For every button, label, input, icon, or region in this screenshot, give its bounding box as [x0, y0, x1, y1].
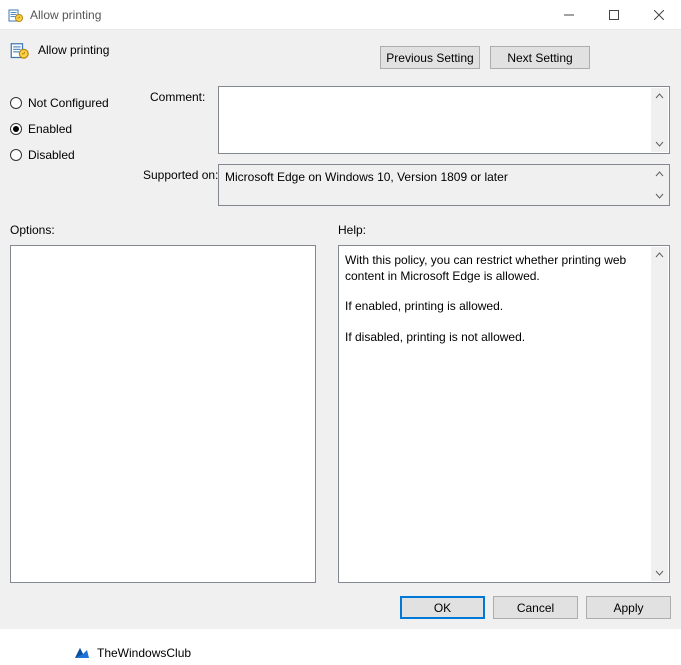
- cancel-button[interactable]: Cancel: [493, 596, 578, 619]
- titlebar: Allow printing: [0, 0, 681, 30]
- close-button[interactable]: [636, 0, 681, 30]
- policy-icon: [8, 7, 24, 23]
- ok-button[interactable]: OK: [400, 596, 485, 619]
- radio-enabled[interactable]: Enabled: [10, 116, 145, 142]
- help-paragraph: If disabled, printing is not allowed.: [345, 329, 647, 345]
- help-paragraph: If enabled, printing is allowed.: [345, 298, 647, 314]
- supported-on-label: Supported on:: [143, 168, 218, 182]
- window-title: Allow printing: [30, 8, 101, 22]
- scroll-down-icon[interactable]: [651, 564, 668, 581]
- state-radio-group: Not Configured Enabled Disabled: [10, 90, 145, 168]
- apply-label: Apply: [613, 601, 643, 615]
- supported-scrollbar[interactable]: [651, 166, 668, 204]
- comment-label: Comment:: [150, 90, 205, 104]
- help-content: With this policy, you can restrict wheth…: [345, 252, 647, 359]
- radio-label: Enabled: [28, 122, 72, 136]
- maximize-button[interactable]: [591, 0, 636, 30]
- cancel-label: Cancel: [517, 601, 554, 615]
- radio-not-configured[interactable]: Not Configured: [10, 90, 145, 116]
- dialog-footer: OK Cancel Apply: [400, 596, 671, 619]
- previous-setting-button[interactable]: Previous Setting: [380, 46, 480, 69]
- scroll-up-icon[interactable]: [651, 166, 668, 183]
- scroll-up-icon[interactable]: [651, 247, 668, 264]
- scroll-down-icon[interactable]: [651, 187, 668, 204]
- comment-textarea[interactable]: [218, 86, 670, 154]
- options-pane: TheWindowsClub: [10, 245, 316, 583]
- scroll-up-icon[interactable]: [651, 88, 668, 105]
- dialog-title: Allow printing: [38, 43, 109, 57]
- options-label: Options:: [10, 223, 55, 237]
- help-paragraph: With this policy, you can restrict wheth…: [345, 252, 647, 284]
- watermark-text: TheWindowsClub: [97, 646, 191, 660]
- radio-disabled[interactable]: Disabled: [10, 142, 145, 168]
- policy-header-icon: [8, 38, 32, 62]
- next-setting-button[interactable]: Next Setting: [490, 46, 590, 69]
- previous-setting-label: Previous Setting: [386, 51, 473, 65]
- watermark: TheWindowsClub: [73, 644, 191, 662]
- scroll-down-icon[interactable]: [651, 135, 668, 152]
- next-setting-label: Next Setting: [507, 51, 572, 65]
- minimize-button[interactable]: [546, 0, 591, 30]
- help-label: Help:: [338, 223, 366, 237]
- help-scrollbar[interactable]: [651, 247, 668, 581]
- watermark-logo-icon: [73, 644, 91, 662]
- radio-icon: [10, 123, 22, 135]
- radio-icon: [10, 97, 22, 109]
- comment-scrollbar[interactable]: [651, 88, 668, 152]
- radio-label: Disabled: [28, 148, 75, 162]
- ok-label: OK: [434, 601, 451, 615]
- apply-button[interactable]: Apply: [586, 596, 671, 619]
- supported-on-box: Microsoft Edge on Windows 10, Version 18…: [218, 164, 670, 206]
- radio-label: Not Configured: [28, 96, 109, 110]
- dialog-body: Allow printing Previous Setting Next Set…: [0, 30, 681, 629]
- help-pane: With this policy, you can restrict wheth…: [338, 245, 670, 583]
- supported-on-value: Microsoft Edge on Windows 10, Version 18…: [225, 170, 649, 184]
- radio-icon: [10, 149, 22, 161]
